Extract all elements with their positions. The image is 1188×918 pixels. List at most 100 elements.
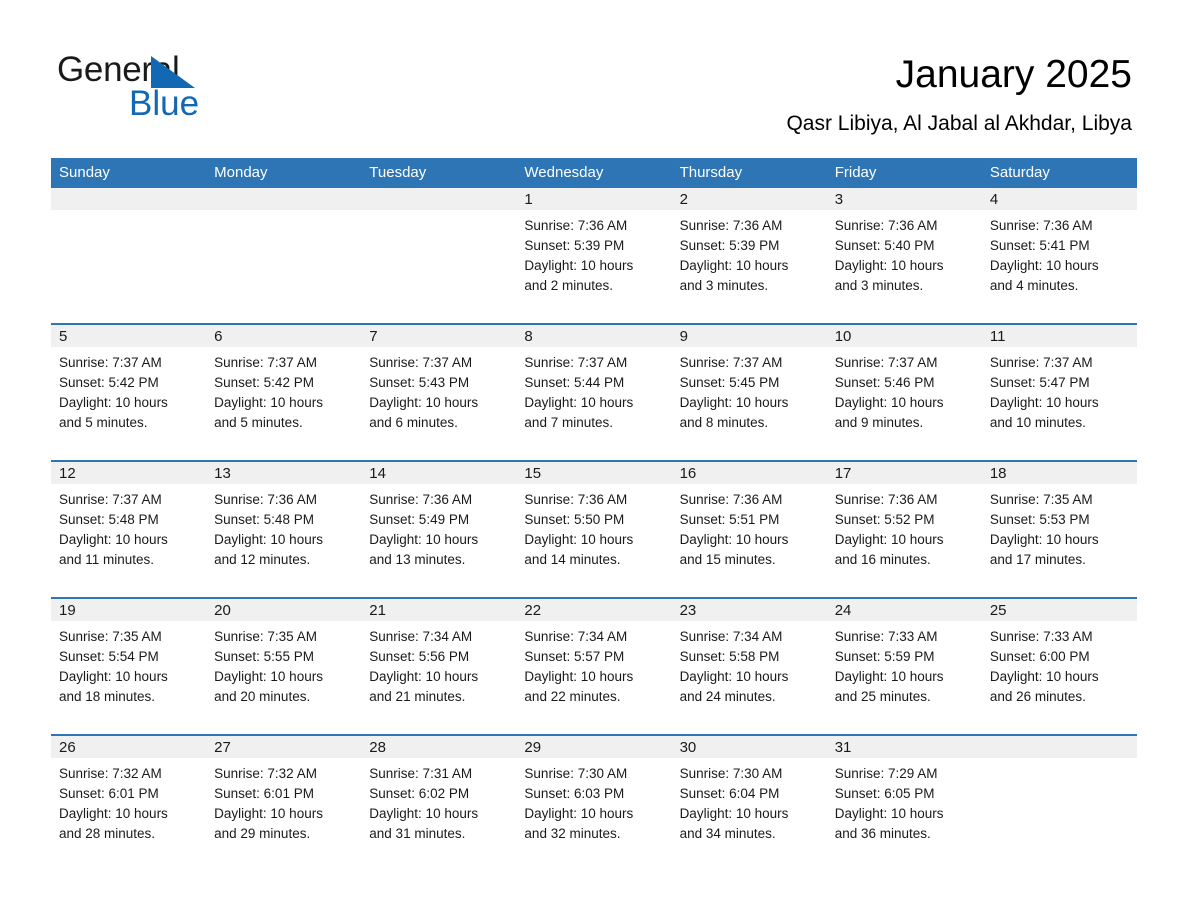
day-cell[interactable]: 20 Sunrise: 7:35 AM Sunset: 5:55 PM Dayl… bbox=[206, 599, 362, 726]
weekday-header-tuesday: Tuesday bbox=[369, 164, 427, 181]
logo-text-blue: Blue bbox=[129, 84, 200, 123]
day-cell[interactable]: 15 Sunrise: 7:36 AM Sunset: 5:50 PM Dayl… bbox=[516, 462, 672, 589]
day-number: 11 bbox=[981, 325, 1137, 347]
day-cell[interactable]: 1 Sunrise: 7:36 AM Sunset: 5:39 PM Dayli… bbox=[516, 188, 672, 315]
day-cell[interactable] bbox=[981, 736, 1137, 863]
day-cell[interactable] bbox=[206, 188, 362, 315]
daylight-text-line1: Daylight: 10 hours bbox=[834, 532, 944, 547]
day-cell[interactable]: 17 Sunrise: 7:36 AM Sunset: 5:52 PM Dayl… bbox=[826, 462, 982, 589]
daylight-text-line1: Daylight: 10 hours bbox=[214, 806, 323, 821]
sunset-text: Sunset: 5:46 PM bbox=[834, 375, 935, 390]
day-cell[interactable]: 31 Sunrise: 7:29 AM Sunset: 6:05 PM Dayl… bbox=[826, 736, 982, 863]
day-details: Sunrise: 7:37 AM Sunset: 5:43 PM Dayligh… bbox=[361, 347, 516, 433]
sunset-text: Sunset: 5:58 PM bbox=[679, 649, 780, 664]
day-cell[interactable]: 9 Sunrise: 7:37 AM Sunset: 5:45 PM Dayli… bbox=[671, 325, 827, 452]
weekday-header-row: Sunday Monday Tuesday Wednesday Thursday… bbox=[51, 158, 1137, 188]
day-details: Sunrise: 7:34 AM Sunset: 5:56 PM Dayligh… bbox=[361, 621, 516, 707]
daylight-text-line2: and 8 minutes. bbox=[679, 415, 769, 430]
sunset-text: Sunset: 6:00 PM bbox=[989, 649, 1090, 664]
day-cell[interactable]: 8 Sunrise: 7:37 AM Sunset: 5:44 PM Dayli… bbox=[516, 325, 672, 452]
sunset-text: Sunset: 5:52 PM bbox=[834, 512, 935, 527]
day-details: Sunrise: 7:34 AM Sunset: 5:57 PM Dayligh… bbox=[516, 621, 671, 707]
daylight-text-line1: Daylight: 10 hours bbox=[834, 258, 944, 273]
sunrise-text: Sunrise: 7:36 AM bbox=[989, 218, 1093, 233]
day-cell[interactable]: 30 Sunrise: 7:30 AM Sunset: 6:04 PM Dayl… bbox=[671, 736, 827, 863]
day-cell[interactable]: 3 Sunrise: 7:36 AM Sunset: 5:40 PM Dayli… bbox=[826, 188, 982, 315]
day-cell[interactable]: 28 Sunrise: 7:31 AM Sunset: 6:02 PM Dayl… bbox=[361, 736, 517, 863]
day-details: Sunrise: 7:36 AM Sunset: 5:39 PM Dayligh… bbox=[672, 210, 827, 296]
day-cell[interactable]: 26 Sunrise: 7:32 AM Sunset: 6:01 PM Dayl… bbox=[51, 736, 207, 863]
general-blue-logo[interactable]: General Blue bbox=[57, 50, 357, 130]
day-cell[interactable] bbox=[361, 188, 517, 315]
week-row: 5 Sunrise: 7:37 AM Sunset: 5:42 PM Dayli… bbox=[51, 323, 1137, 452]
day-cell[interactable] bbox=[51, 188, 207, 315]
daylight-text-line1: Daylight: 10 hours bbox=[679, 669, 789, 684]
sunrise-text: Sunrise: 7:37 AM bbox=[59, 492, 162, 507]
day-number: 29 bbox=[516, 736, 672, 758]
day-details: Sunrise: 7:37 AM Sunset: 5:42 PM Dayligh… bbox=[51, 347, 206, 433]
daylight-text-line1: Daylight: 10 hours bbox=[59, 806, 168, 821]
sunrise-text: Sunrise: 7:32 AM bbox=[214, 766, 317, 781]
day-details: Sunrise: 7:36 AM Sunset: 5:49 PM Dayligh… bbox=[361, 484, 516, 570]
day-details: Sunrise: 7:30 AM Sunset: 6:03 PM Dayligh… bbox=[516, 758, 671, 844]
sunset-text: Sunset: 6:01 PM bbox=[59, 786, 159, 801]
day-details bbox=[206, 210, 361, 216]
day-details: Sunrise: 7:36 AM Sunset: 5:51 PM Dayligh… bbox=[672, 484, 827, 570]
day-cell[interactable]: 13 Sunrise: 7:36 AM Sunset: 5:48 PM Dayl… bbox=[206, 462, 362, 589]
day-cell[interactable]: 21 Sunrise: 7:34 AM Sunset: 5:56 PM Dayl… bbox=[361, 599, 517, 726]
day-number bbox=[361, 188, 517, 210]
daylight-text-line1: Daylight: 10 hours bbox=[989, 532, 1099, 547]
day-cell[interactable]: 14 Sunrise: 7:36 AM Sunset: 5:49 PM Dayl… bbox=[361, 462, 517, 589]
day-cell[interactable]: 23 Sunrise: 7:34 AM Sunset: 5:58 PM Dayl… bbox=[671, 599, 827, 726]
daylight-text-line1: Daylight: 10 hours bbox=[369, 395, 479, 410]
weekday-header-thursday: Thursday bbox=[679, 164, 743, 181]
day-cell[interactable]: 22 Sunrise: 7:34 AM Sunset: 5:57 PM Dayl… bbox=[516, 599, 672, 726]
daylight-text-line1: Daylight: 10 hours bbox=[524, 395, 634, 410]
day-cell[interactable]: 11 Sunrise: 7:37 AM Sunset: 5:47 PM Dayl… bbox=[981, 325, 1137, 452]
day-cell[interactable]: 25 Sunrise: 7:33 AM Sunset: 6:00 PM Dayl… bbox=[981, 599, 1137, 726]
day-number: 6 bbox=[206, 325, 362, 347]
day-details: Sunrise: 7:37 AM Sunset: 5:46 PM Dayligh… bbox=[827, 347, 982, 433]
day-number: 1 bbox=[516, 188, 672, 210]
day-cell[interactable]: 6 Sunrise: 7:37 AM Sunset: 5:42 PM Dayli… bbox=[206, 325, 362, 452]
day-cell[interactable]: 2 Sunrise: 7:36 AM Sunset: 5:39 PM Dayli… bbox=[671, 188, 827, 315]
day-cell[interactable]: 24 Sunrise: 7:33 AM Sunset: 5:59 PM Dayl… bbox=[826, 599, 982, 726]
day-cell[interactable]: 7 Sunrise: 7:37 AM Sunset: 5:43 PM Dayli… bbox=[361, 325, 517, 452]
day-number: 23 bbox=[671, 599, 827, 621]
sunrise-text: Sunrise: 7:33 AM bbox=[834, 629, 938, 644]
day-cell[interactable]: 29 Sunrise: 7:30 AM Sunset: 6:03 PM Dayl… bbox=[516, 736, 672, 863]
daylight-text-line2: and 25 minutes. bbox=[834, 689, 931, 704]
sunrise-text: Sunrise: 7:30 AM bbox=[679, 766, 783, 781]
day-number: 5 bbox=[51, 325, 207, 347]
day-cell[interactable]: 4 Sunrise: 7:36 AM Sunset: 5:41 PM Dayli… bbox=[981, 188, 1137, 315]
day-details bbox=[982, 758, 1137, 764]
day-cell[interactable]: 12 Sunrise: 7:37 AM Sunset: 5:48 PM Dayl… bbox=[51, 462, 207, 589]
daylight-text-line1: Daylight: 10 hours bbox=[369, 532, 479, 547]
daylight-text-line2: and 17 minutes. bbox=[989, 552, 1086, 567]
weekday-header-saturday: Saturday bbox=[989, 164, 1050, 181]
sunrise-text: Sunrise: 7:36 AM bbox=[214, 492, 317, 507]
page-title: January 2025 bbox=[895, 53, 1132, 96]
day-cell[interactable]: 16 Sunrise: 7:36 AM Sunset: 5:51 PM Dayl… bbox=[671, 462, 827, 589]
day-cell[interactable]: 27 Sunrise: 7:32 AM Sunset: 6:01 PM Dayl… bbox=[206, 736, 362, 863]
sunrise-text: Sunrise: 7:36 AM bbox=[369, 492, 473, 507]
day-cell[interactable]: 10 Sunrise: 7:37 AM Sunset: 5:46 PM Dayl… bbox=[826, 325, 982, 452]
daylight-text-line1: Daylight: 10 hours bbox=[834, 806, 944, 821]
sunset-text: Sunset: 5:57 PM bbox=[524, 649, 625, 664]
day-details: Sunrise: 7:29 AM Sunset: 6:05 PM Dayligh… bbox=[827, 758, 982, 844]
day-details: Sunrise: 7:36 AM Sunset: 5:40 PM Dayligh… bbox=[827, 210, 982, 296]
calendar-page: General Blue January 2025 Qasr Libiya, A… bbox=[0, 0, 1188, 918]
sunset-text: Sunset: 5:48 PM bbox=[59, 512, 159, 527]
daylight-text-line2: and 3 minutes. bbox=[679, 278, 769, 293]
day-cell[interactable]: 19 Sunrise: 7:35 AM Sunset: 5:54 PM Dayl… bbox=[51, 599, 207, 726]
day-details: Sunrise: 7:35 AM Sunset: 5:55 PM Dayligh… bbox=[206, 621, 361, 707]
day-cell[interactable]: 5 Sunrise: 7:37 AM Sunset: 5:42 PM Dayli… bbox=[51, 325, 207, 452]
daylight-text-line1: Daylight: 10 hours bbox=[679, 532, 789, 547]
day-cell[interactable]: 18 Sunrise: 7:35 AM Sunset: 5:53 PM Dayl… bbox=[981, 462, 1137, 589]
sunset-text: Sunset: 5:39 PM bbox=[524, 238, 625, 253]
sunrise-text: Sunrise: 7:36 AM bbox=[834, 218, 938, 233]
sunrise-text: Sunrise: 7:35 AM bbox=[989, 492, 1093, 507]
daylight-text-line2: and 7 minutes. bbox=[524, 415, 613, 430]
sunrise-text: Sunrise: 7:37 AM bbox=[59, 355, 162, 370]
sunrise-text: Sunrise: 7:36 AM bbox=[679, 492, 783, 507]
